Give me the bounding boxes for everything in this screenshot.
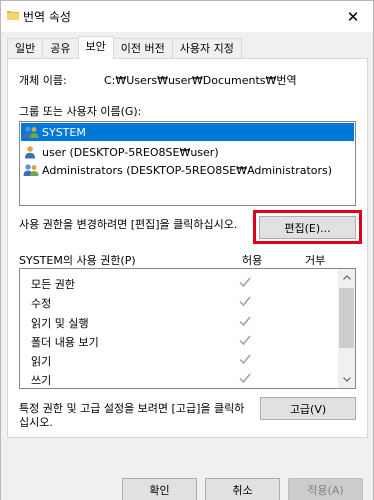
perm-name: 폴더 내용 보기 bbox=[31, 336, 99, 349]
object-name-label: 개체 이름: bbox=[19, 74, 67, 87]
list-item-label: Administrators (DESKTOP-5REO8SE₩Administ… bbox=[42, 163, 333, 177]
cancel-button[interactable]: 취소 bbox=[205, 478, 280, 500]
perm-name: 읽기 및 실행 bbox=[31, 317, 89, 330]
object-name-value: C:₩Users₩user₩Documents₩번역 bbox=[104, 74, 297, 87]
perm-name: 모든 권한 bbox=[31, 278, 75, 291]
checkmark-icon bbox=[239, 373, 251, 384]
perm-row-modify: 수정 bbox=[20, 292, 338, 311]
properties-window: 번역 속성 ✕ 일반 공유 보안 이전 버전 사용자 지정 개체 이름: C:₩… bbox=[0, 0, 374, 500]
perm-name: 읽기 bbox=[31, 355, 52, 368]
checkmark-icon bbox=[239, 354, 251, 365]
group-list-label: 그룹 또는 사용자 이름(G): bbox=[19, 105, 142, 118]
advanced-button[interactable]: 고급(V) bbox=[260, 397, 356, 420]
list-item-system[interactable]: SYSTEM bbox=[21, 123, 354, 141]
tab-strip: 일반 공유 보안 이전 버전 사용자 지정 bbox=[7, 36, 242, 59]
permissions-list[interactable]: 모든 권한 수정 읽기 및 실행 폴더 내용 보기 읽기 쓰기 bbox=[19, 268, 356, 389]
edit-button[interactable]: 편집(E)... bbox=[259, 216, 356, 239]
window-title: 번역 속성 bbox=[23, 10, 71, 24]
group-user-list[interactable]: SYSTEM user (DESKTOP-5REO8SE₩user) Admin… bbox=[19, 121, 356, 206]
checkmark-icon bbox=[239, 335, 251, 346]
tab-previous-versions[interactable]: 이전 버전 bbox=[112, 38, 173, 59]
tab-general[interactable]: 일반 bbox=[7, 38, 44, 59]
checkmark-icon bbox=[239, 277, 251, 288]
perm-name: 쓰기 bbox=[31, 374, 52, 387]
scroll-thumb[interactable] bbox=[339, 288, 354, 348]
permissions-scrollbar[interactable] bbox=[338, 269, 355, 388]
tab-sharing[interactable]: 공유 bbox=[42, 38, 79, 59]
list-item-label: user (DESKTOP-5REO8SE₩user) bbox=[42, 145, 219, 159]
dialog-footer: 확인 취소 적용(A) bbox=[1, 439, 373, 500]
users-group-icon bbox=[23, 164, 39, 176]
checkmark-icon bbox=[239, 316, 251, 327]
scroll-up-button[interactable] bbox=[338, 269, 355, 286]
security-panel: 개체 이름: C:₩Users₩user₩Documents₩번역 그룹 또는 … bbox=[7, 58, 368, 438]
perm-name: 수정 bbox=[31, 297, 52, 310]
user-icon bbox=[25, 146, 35, 159]
edit-hint-text: 사용 권한을 변경하려면 [편집]을 클릭하십시오. bbox=[19, 218, 238, 231]
ok-button[interactable]: 확인 bbox=[122, 478, 197, 500]
deny-column-header: 거부 bbox=[305, 254, 326, 267]
close-icon: ✕ bbox=[346, 7, 360, 26]
perm-row-write: 쓰기 bbox=[20, 369, 338, 388]
close-button[interactable]: ✕ bbox=[333, 1, 373, 32]
list-item-user[interactable]: user (DESKTOP-5REO8SE₩user) bbox=[21, 143, 219, 161]
perm-row-list-folder: 폴더 내용 보기 bbox=[20, 331, 338, 350]
tab-security[interactable]: 보안 bbox=[77, 36, 114, 59]
perm-row-read: 읽기 bbox=[20, 350, 338, 369]
chevron-up-icon bbox=[342, 275, 351, 280]
title-bar: 번역 속성 ✕ bbox=[1, 1, 373, 32]
chevron-down-icon bbox=[342, 377, 351, 382]
advanced-hint-line2: 십시오. bbox=[19, 416, 53, 429]
checkmark-icon bbox=[239, 296, 251, 307]
users-group-icon bbox=[23, 126, 39, 138]
perm-row-full-control: 모든 권한 bbox=[20, 273, 338, 292]
perm-row-read-execute: 읽기 및 실행 bbox=[20, 312, 338, 331]
allow-column-header: 허용 bbox=[242, 254, 263, 267]
folder-icon bbox=[7, 11, 19, 20]
permissions-label: SYSTEM의 사용 권한(P) bbox=[19, 254, 136, 267]
scroll-down-button[interactable] bbox=[338, 371, 355, 388]
list-item-label: SYSTEM bbox=[42, 125, 86, 139]
list-item-administrators[interactable]: Administrators (DESKTOP-5REO8SE₩Administ… bbox=[21, 161, 332, 179]
tab-customize[interactable]: 사용자 지정 bbox=[171, 38, 242, 59]
apply-button[interactable]: 적용(A) bbox=[288, 478, 363, 500]
